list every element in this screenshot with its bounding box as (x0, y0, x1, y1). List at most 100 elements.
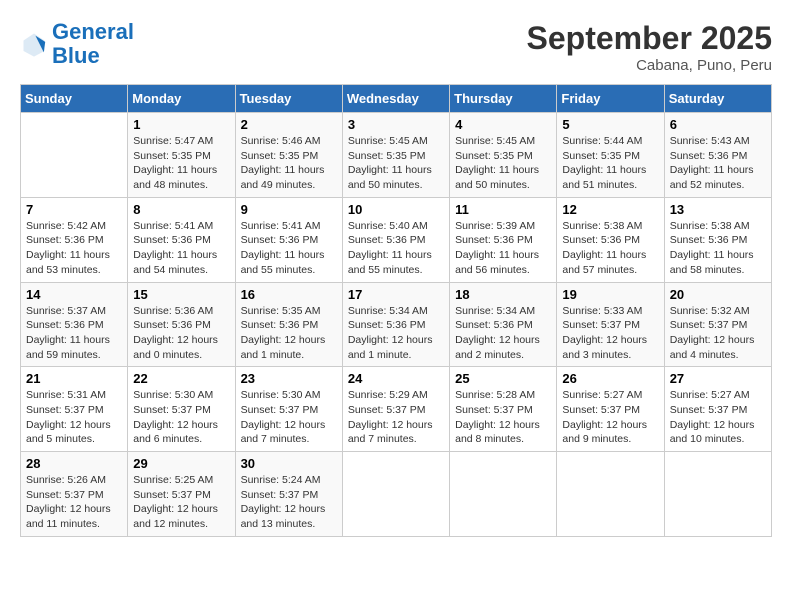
day-number: 18 (455, 287, 551, 302)
page-header: General Blue September 2025 Cabana, Puno… (20, 20, 772, 74)
day-info: Sunrise: 5:44 AMSunset: 5:35 PMDaylight:… (562, 134, 658, 193)
day-number: 5 (562, 117, 658, 132)
day-info: Sunrise: 5:28 AMSunset: 5:37 PMDaylight:… (455, 388, 551, 447)
day-cell: 2 Sunrise: 5:46 AMSunset: 5:35 PMDaylight… (235, 113, 342, 198)
day-cell: 14 Sunrise: 5:37 AMSunset: 5:36 PMDayligh… (21, 282, 128, 367)
day-info: Sunrise: 5:30 AMSunset: 5:37 PMDaylight:… (241, 388, 337, 447)
day-cell: 8 Sunrise: 5:41 AMSunset: 5:36 PMDaylight… (128, 197, 235, 282)
day-info: Sunrise: 5:33 AMSunset: 5:37 PMDaylight:… (562, 304, 658, 363)
day-info: Sunrise: 5:26 AMSunset: 5:37 PMDaylight:… (26, 473, 122, 532)
day-info: Sunrise: 5:40 AMSunset: 5:36 PMDaylight:… (348, 219, 444, 278)
day-cell: 21 Sunrise: 5:31 AMSunset: 5:37 PMDayligh… (21, 367, 128, 452)
logo: General Blue (20, 20, 134, 68)
day-cell: 22 Sunrise: 5:30 AMSunset: 5:37 PMDayligh… (128, 367, 235, 452)
day-info: Sunrise: 5:38 AMSunset: 5:36 PMDaylight:… (670, 219, 766, 278)
day-number: 12 (562, 202, 658, 217)
day-cell (450, 452, 557, 537)
col-header-wednesday: Wednesday (342, 85, 449, 113)
day-cell: 17Sunrise: 5:34 AMSunset: 5:36 PMDayligh… (342, 282, 449, 367)
day-cell: 18 Sunrise: 5:34 AMSunset: 5:36 PMDayligh… (450, 282, 557, 367)
week-row-2: 7 Sunrise: 5:42 AMSunset: 5:36 PMDaylight… (21, 197, 772, 282)
day-info: Sunrise: 5:34 AMSunset: 5:36 PMDaylight:… (455, 304, 551, 363)
day-cell: 29 Sunrise: 5:25 AMSunset: 5:37 PMDayligh… (128, 452, 235, 537)
day-number: 2 (241, 117, 337, 132)
day-number: 22 (133, 371, 229, 386)
day-number: 19 (562, 287, 658, 302)
week-row-5: 28 Sunrise: 5:26 AMSunset: 5:37 PMDayligh… (21, 452, 772, 537)
day-info: Sunrise: 5:25 AMSunset: 5:37 PMDaylight:… (133, 473, 229, 532)
day-number: 14 (26, 287, 122, 302)
day-number: 20 (670, 287, 766, 302)
day-info: Sunrise: 5:39 AMSunset: 5:36 PMDaylight:… (455, 219, 551, 278)
day-cell: 4 Sunrise: 5:45 AMSunset: 5:35 PMDaylight… (450, 113, 557, 198)
day-number: 23 (241, 371, 337, 386)
day-info: Sunrise: 5:41 AMSunset: 5:36 PMDaylight:… (241, 219, 337, 278)
day-info: Sunrise: 5:36 AMSunset: 5:36 PMDaylight:… (133, 304, 229, 363)
location-subtitle: Cabana, Puno, Peru (527, 57, 772, 74)
day-cell (664, 452, 771, 537)
day-cell: 26 Sunrise: 5:27 AMSunset: 5:37 PMDayligh… (557, 367, 664, 452)
day-number: 28 (26, 456, 122, 471)
month-title: September 2025 (527, 20, 772, 57)
day-cell: 19 Sunrise: 5:33 AMSunset: 5:37 PMDayligh… (557, 282, 664, 367)
col-header-friday: Friday (557, 85, 664, 113)
day-number: 21 (26, 371, 122, 386)
day-info: Sunrise: 5:42 AMSunset: 5:36 PMDaylight:… (26, 219, 122, 278)
day-info: Sunrise: 5:45 AMSunset: 5:35 PMDaylight:… (348, 134, 444, 193)
col-header-saturday: Saturday (664, 85, 771, 113)
day-info: Sunrise: 5:30 AMSunset: 5:37 PMDaylight:… (133, 388, 229, 447)
day-cell: 15 Sunrise: 5:36 AMSunset: 5:36 PMDayligh… (128, 282, 235, 367)
day-info: Sunrise: 5:27 AMSunset: 5:37 PMDaylight:… (670, 388, 766, 447)
day-info: Sunrise: 5:43 AMSunset: 5:36 PMDaylight:… (670, 134, 766, 193)
day-number: 4 (455, 117, 551, 132)
day-info: Sunrise: 5:45 AMSunset: 5:35 PMDaylight:… (455, 134, 551, 193)
day-info: Sunrise: 5:27 AMSunset: 5:37 PMDaylight:… (562, 388, 658, 447)
day-cell: 11Sunrise: 5:39 AMSunset: 5:36 PMDayligh… (450, 197, 557, 282)
day-number: 29 (133, 456, 229, 471)
day-cell: 7 Sunrise: 5:42 AMSunset: 5:36 PMDaylight… (21, 197, 128, 282)
day-number: 3 (348, 117, 444, 132)
day-info: Sunrise: 5:38 AMSunset: 5:36 PMDaylight:… (562, 219, 658, 278)
week-row-3: 14 Sunrise: 5:37 AMSunset: 5:36 PMDayligh… (21, 282, 772, 367)
day-number: 8 (133, 202, 229, 217)
day-cell: 9Sunrise: 5:41 AMSunset: 5:36 PMDaylight… (235, 197, 342, 282)
day-info: Sunrise: 5:29 AMSunset: 5:37 PMDaylight:… (348, 388, 444, 447)
col-header-tuesday: Tuesday (235, 85, 342, 113)
day-number: 30 (241, 456, 337, 471)
day-cell: 12 Sunrise: 5:38 AMSunset: 5:36 PMDayligh… (557, 197, 664, 282)
day-info: Sunrise: 5:32 AMSunset: 5:37 PMDaylight:… (670, 304, 766, 363)
day-cell: 23 Sunrise: 5:30 AMSunset: 5:37 PMDayligh… (235, 367, 342, 452)
day-cell: 28 Sunrise: 5:26 AMSunset: 5:37 PMDayligh… (21, 452, 128, 537)
day-number: 15 (133, 287, 229, 302)
day-info: Sunrise: 5:46 AMSunset: 5:35 PMDaylight:… (241, 134, 337, 193)
day-info: Sunrise: 5:47 AMSunset: 5:35 PMDaylight:… (133, 134, 229, 193)
day-number: 25 (455, 371, 551, 386)
day-number: 7 (26, 202, 122, 217)
day-number: 27 (670, 371, 766, 386)
day-number: 1 (133, 117, 229, 132)
day-cell: 30 Sunrise: 5:24 AMSunset: 5:37 PMDayligh… (235, 452, 342, 537)
day-info: Sunrise: 5:24 AMSunset: 5:37 PMDaylight:… (241, 473, 337, 532)
day-number: 10 (348, 202, 444, 217)
header-row: SundayMondayTuesdayWednesdayThursdayFrid… (21, 85, 772, 113)
col-header-thursday: Thursday (450, 85, 557, 113)
day-cell (342, 452, 449, 537)
day-cell: 1 Sunrise: 5:47 AMSunset: 5:35 PMDaylight… (128, 113, 235, 198)
week-row-4: 21 Sunrise: 5:31 AMSunset: 5:37 PMDayligh… (21, 367, 772, 452)
day-cell: 27 Sunrise: 5:27 AMSunset: 5:37 PMDayligh… (664, 367, 771, 452)
day-number: 24 (348, 371, 444, 386)
day-info: Sunrise: 5:41 AMSunset: 5:36 PMDaylight:… (133, 219, 229, 278)
day-number: 13 (670, 202, 766, 217)
day-cell (21, 113, 128, 198)
title-block: September 2025 Cabana, Puno, Peru (527, 20, 772, 74)
logo-text: General Blue (52, 20, 134, 68)
day-cell: 3 Sunrise: 5:45 AMSunset: 5:35 PMDaylight… (342, 113, 449, 198)
day-number: 16 (241, 287, 337, 302)
day-number: 26 (562, 371, 658, 386)
day-cell: 24 Sunrise: 5:29 AMSunset: 5:37 PMDayligh… (342, 367, 449, 452)
day-info: Sunrise: 5:31 AMSunset: 5:37 PMDaylight:… (26, 388, 122, 447)
day-cell: 16Sunrise: 5:35 AMSunset: 5:36 PMDayligh… (235, 282, 342, 367)
calendar-table: SundayMondayTuesdayWednesdayThursdayFrid… (20, 84, 772, 537)
day-cell: 5 Sunrise: 5:44 AMSunset: 5:35 PMDaylight… (557, 113, 664, 198)
day-info: Sunrise: 5:37 AMSunset: 5:36 PMDaylight:… (26, 304, 122, 363)
